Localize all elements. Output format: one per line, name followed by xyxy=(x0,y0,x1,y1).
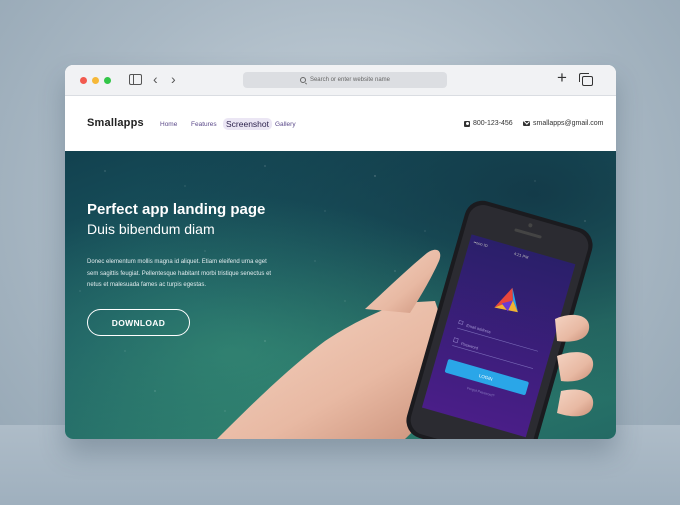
phone-screen xyxy=(421,234,576,438)
phone-icon xyxy=(464,120,470,127)
nav-item-gallery[interactable]: Gallery xyxy=(275,121,296,128)
maximize-window-button[interactable] xyxy=(104,77,111,84)
download-button[interactable]: DOWNLOAD xyxy=(87,309,190,336)
new-tab-plus-icon[interactable]: + xyxy=(557,69,567,87)
nav-item-screenshot[interactable]: Screenshot xyxy=(223,118,272,130)
site-header: Smallapps Home Features Screenshot Galle… xyxy=(65,96,616,151)
forward-arrow-icon[interactable]: › xyxy=(171,71,176,87)
address-bar[interactable]: Search or enter website name xyxy=(243,72,447,88)
sidebar-toggle-icon[interactable] xyxy=(129,74,142,85)
hero-subtitle: Duis bibendum diam xyxy=(87,221,215,237)
address-bar-placeholder: Search or enter website name xyxy=(309,77,391,83)
tab-overview-icon[interactable] xyxy=(579,73,593,86)
contact-email[interactable]: smallapps@gmail.com xyxy=(523,120,604,127)
nav-item-features[interactable]: Features xyxy=(191,121,217,128)
close-window-button[interactable] xyxy=(80,77,87,84)
browser-window: ‹ › Search or enter website name + Small… xyxy=(65,65,616,439)
site-logo[interactable]: Smallapps xyxy=(87,117,144,129)
nav-item-home[interactable]: Home xyxy=(160,121,177,128)
browser-toolbar: ‹ › Search or enter website name + xyxy=(65,65,616,96)
envelope-icon xyxy=(523,121,530,126)
email-address: smallapps@gmail.com xyxy=(533,120,604,127)
search-icon xyxy=(299,77,306,83)
hero-section: Perfect app landing page Duis bibendum d… xyxy=(65,151,616,439)
hand-holding-phone-image: ••ooo ID 4:21 PM Email address Password xyxy=(217,200,594,439)
contact-phone[interactable]: 800-123-456 xyxy=(464,120,513,127)
minimize-window-button[interactable] xyxy=(92,77,99,84)
back-arrow-icon[interactable]: ‹ xyxy=(153,71,158,87)
phone-number: 800-123-456 xyxy=(473,120,513,127)
